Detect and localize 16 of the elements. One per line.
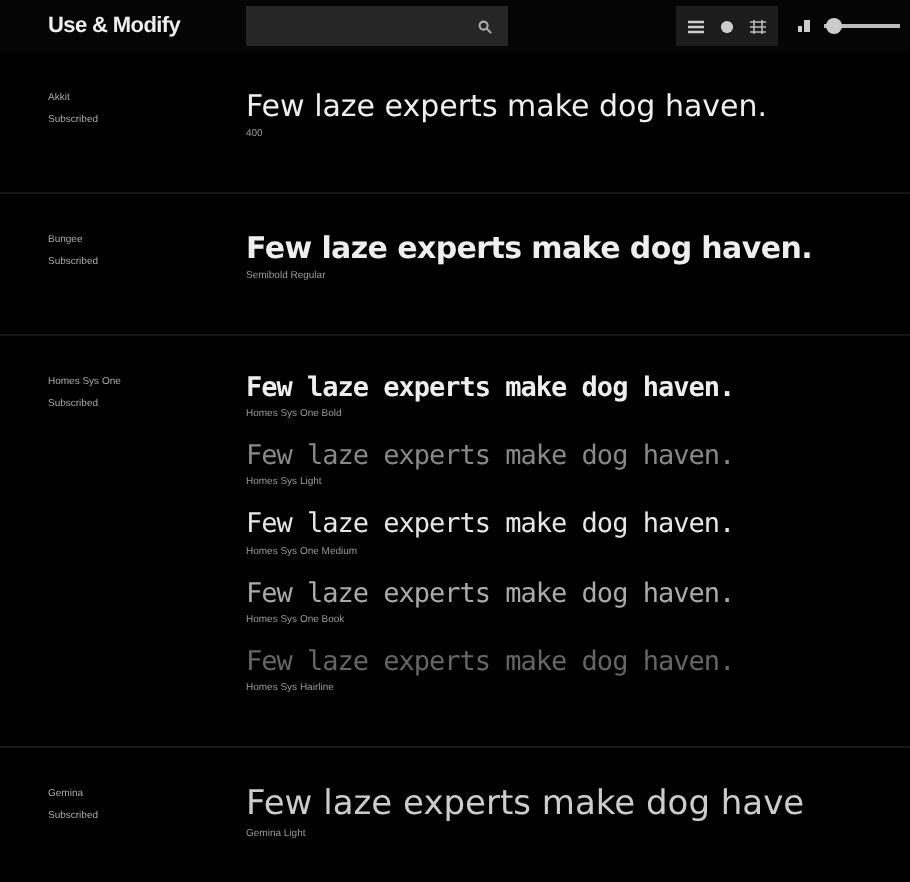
sample-text: Few laze experts make dog haven. [246,88,768,124]
sample-text: Few laze experts make dog haven. [246,440,735,473]
sample-text: Few laze experts make dog haven. [246,508,735,542]
sample-text: Few laze experts make dog haven. [246,372,735,405]
list-view-icon[interactable] [688,19,704,33]
search-field[interactable] [246,6,508,46]
sample-text: Few laze experts make dog haven. [246,645,735,678]
sample-text: Few laze experts make dog haven. [246,230,813,266]
font-size-icon [798,20,812,32]
app-title: Use & Modify [48,14,183,38]
grid-view-icon[interactable] [750,19,766,33]
sample-text: Few laze experts make dog have [246,783,805,825]
slider-thumb[interactable] [825,18,842,34]
circle-icon[interactable] [720,19,734,33]
search-icon[interactable] [478,19,492,33]
sample-text: Few laze experts make dog haven. [246,577,735,610]
